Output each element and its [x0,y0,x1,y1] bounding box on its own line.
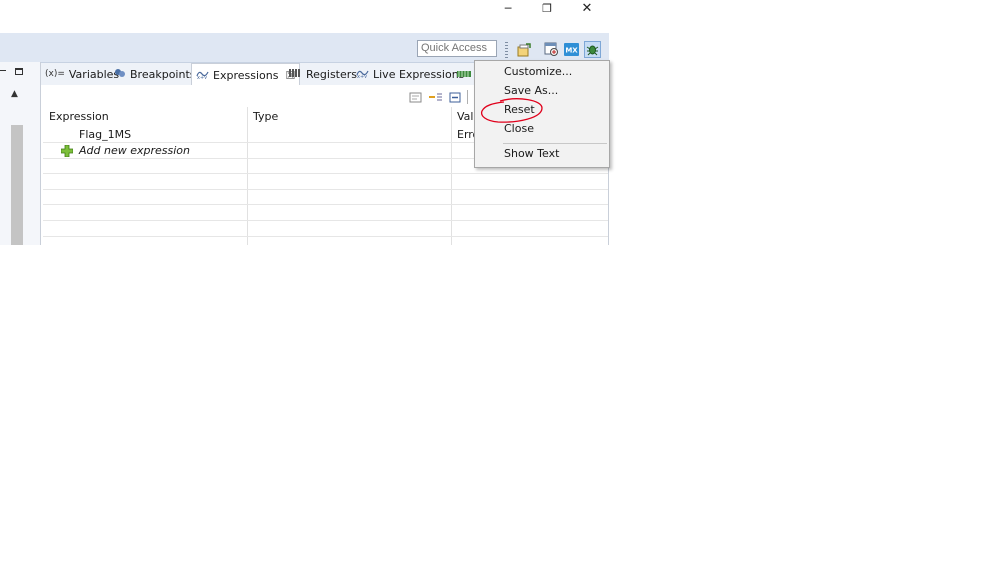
menu-item-customize[interactable]: Customize... [504,65,572,78]
breakpoints-icon [114,68,126,81]
tab-breakpoints[interactable]: Breakpoints [114,63,196,85]
maximize-view-icon[interactable] [15,68,23,75]
expression-cell[interactable]: Flag_1MS [79,128,131,141]
tab-live-expressions-label: Live Expressions [373,67,465,81]
left-scrollbar[interactable] [11,125,23,245]
tab-registers[interactable]: Registers [289,63,357,85]
tab-breakpoints-label: Breakpoints [130,67,196,81]
menu-item-show-text[interactable]: Show Text [504,147,559,160]
tab-variables[interactable]: (x)= Variables [45,63,119,85]
column-header-expression[interactable]: Expression [49,110,109,123]
svg-text:x+y: x+y [197,75,207,79]
quick-access-input[interactable] [417,40,497,57]
collapse-all-icon[interactable] [448,91,462,107]
add-watch-expression-icon[interactable] [408,91,423,107]
table-row-divider [43,189,608,190]
live-expressions-icon: x+y [356,68,369,81]
restore-button[interactable]: ❐ [529,0,565,16]
tab-memory[interactable] [457,63,471,85]
column-header-type[interactable]: Type [253,110,278,123]
svg-text:MX: MX [565,47,578,55]
column-separator[interactable] [451,107,452,245]
expressions-icon: x+y [196,69,209,82]
open-perspective-icon[interactable] [515,41,532,58]
memory-icon [457,68,471,81]
column-separator[interactable] [247,107,248,245]
table-row-divider [43,173,608,174]
toolbar-grip[interactable] [505,42,508,58]
menu-separator [503,143,607,144]
scroll-up-icon[interactable]: ▲ [11,89,18,99]
registers-icon [289,68,302,81]
tab-live-expressions[interactable]: x+y Live Expressions [356,63,464,85]
variables-icon: (x)= [45,69,65,79]
minimize-view-icon[interactable] [0,70,6,71]
annotation-circle [480,98,543,123]
table-row-divider [43,204,608,205]
close-button[interactable]: ✕ [569,0,605,16]
collapse-expand-icon[interactable] [428,91,443,107]
view-toolbar-separator [467,90,468,104]
tab-expressions-label: Expressions [213,68,279,82]
debug-perspective-icon[interactable] [543,41,560,58]
view-tab-row: (x)= Variables Breakpoints x+y Expressio… [41,63,474,86]
tab-variables-label: Variables [68,67,120,81]
debug-bug-icon[interactable] [584,41,601,58]
tab-registers-label: Registers [306,67,358,81]
mx-perspective-icon[interactable]: MX [563,41,580,58]
svg-text:x+y: x+y [357,74,367,78]
add-new-expression[interactable]: Add new expression [79,144,190,157]
table-row-divider [43,220,608,221]
tab-expressions[interactable]: x+y Expressions ☒ [191,63,301,86]
minimize-button[interactable]: ─ [490,0,526,16]
table-row-divider [43,236,608,237]
